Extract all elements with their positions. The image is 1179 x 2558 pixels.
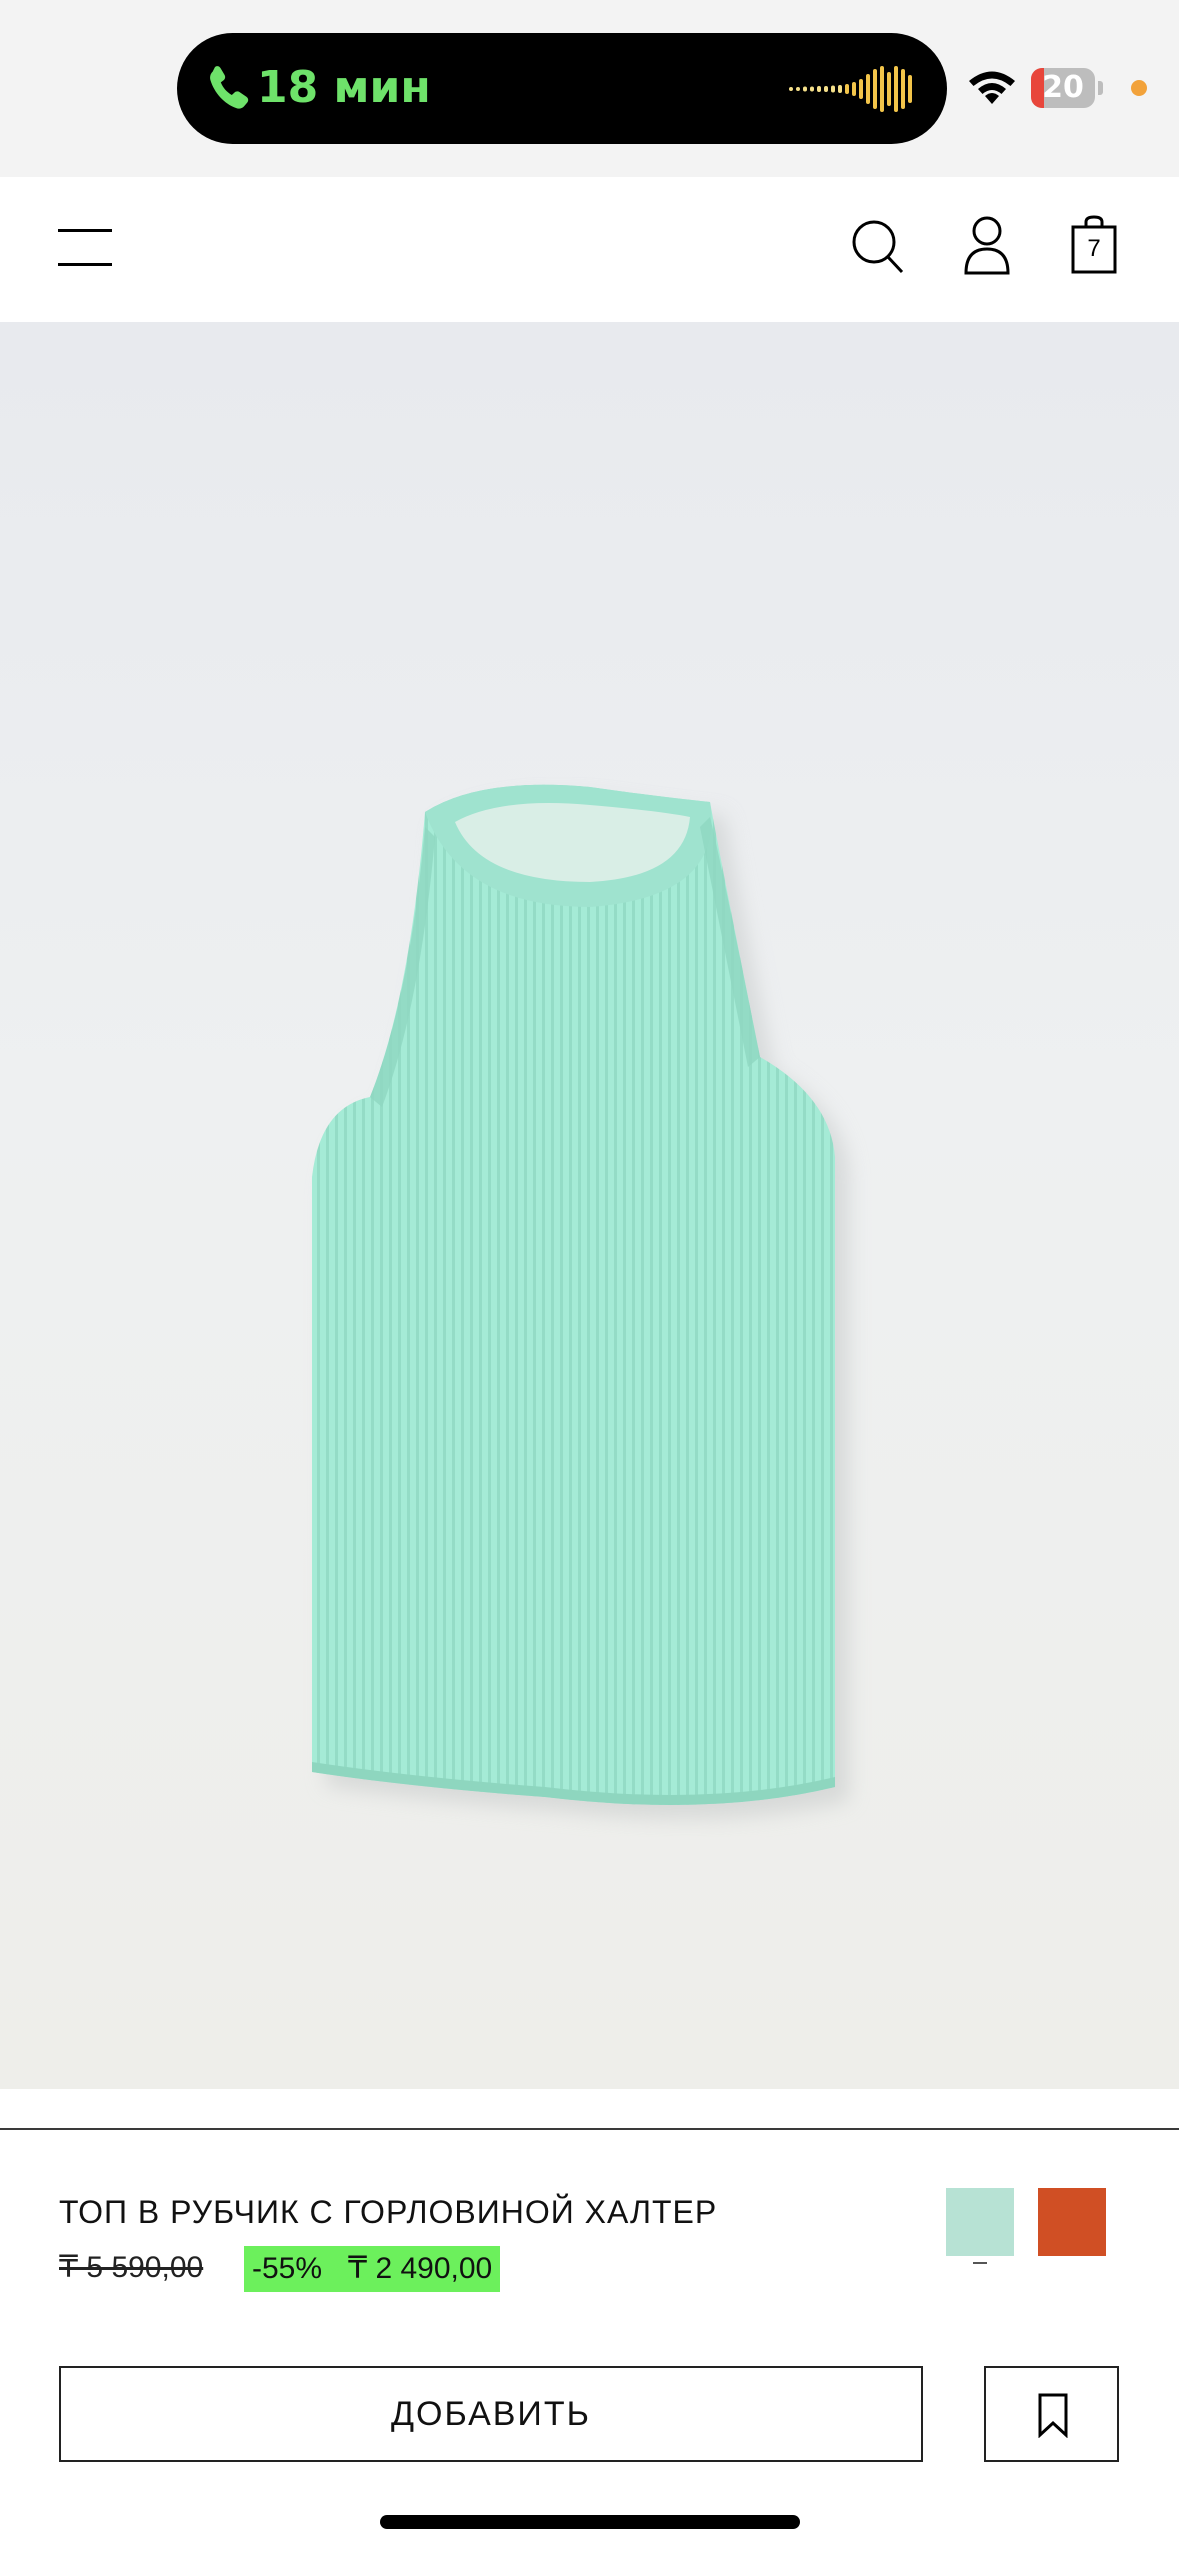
wifi-icon	[969, 71, 1015, 104]
status-bar: 18 мин 20	[0, 0, 1179, 177]
waveform-bar	[859, 79, 863, 99]
menu-button[interactable]	[58, 225, 112, 269]
save-to-wishlist-button[interactable]	[984, 2366, 1119, 2462]
shopping-bag-button[interactable]: 7	[1070, 215, 1118, 275]
bookmark-icon	[1038, 2393, 1068, 2438]
discount-percent: -55%	[252, 2252, 323, 2285]
search-button[interactable]	[850, 217, 906, 277]
product-photo	[312, 784, 849, 1819]
waveform-bar	[817, 86, 821, 92]
price-original: ₸ 5 590,00	[59, 2251, 204, 2284]
color-swatch-mint[interactable]	[946, 2188, 1014, 2256]
waveform-bar	[796, 87, 800, 91]
selected-swatch-marker	[973, 2262, 987, 2264]
battery-indicator: 20	[1031, 68, 1103, 108]
price-sale-badge: -55% ₸ 2 490,00	[244, 2246, 501, 2292]
color-swatch-orange[interactable]	[1038, 2188, 1106, 2256]
waveform-bar	[880, 66, 884, 112]
dynamic-island-call[interactable]: 18 мин	[177, 33, 947, 144]
waveform-bar	[852, 82, 856, 96]
waveform-bar	[824, 86, 828, 92]
search-icon	[852, 220, 904, 274]
home-indicator[interactable]	[380, 2515, 800, 2529]
battery-tip	[1098, 81, 1103, 95]
waveform-bar	[873, 69, 877, 109]
add-to-cart-button[interactable]: ДОБАВИТЬ	[59, 2366, 923, 2462]
product-info-panel: ТОП В РУБЧИК С ГОРЛОВИНОЙ ХАЛТЕР ₸ 5 590…	[0, 2128, 1179, 2558]
audio-waveform-icon	[789, 66, 912, 112]
account-icon	[964, 216, 1010, 275]
bag-count: 7	[1087, 235, 1101, 262]
waveform-bar	[831, 85, 835, 93]
waveform-bar	[838, 85, 842, 93]
price-sale: ₸ 2 490,00	[348, 2252, 493, 2285]
waveform-bar	[894, 66, 898, 112]
battery-level: 20	[1042, 70, 1084, 105]
waveform-bar	[901, 69, 905, 109]
product-image-gallery[interactable]	[0, 322, 1179, 2089]
menu-icon	[58, 229, 112, 266]
top-navigation: 7	[0, 177, 1179, 322]
waveform-bar	[908, 75, 912, 103]
waveform-bar	[810, 86, 814, 92]
privacy-indicator-dot	[1131, 80, 1147, 96]
waveform-bar	[866, 74, 870, 104]
waveform-bar	[803, 86, 807, 92]
account-button[interactable]	[962, 215, 1012, 277]
waveform-bar	[845, 84, 849, 94]
phone-icon	[210, 66, 249, 109]
call-duration: 18 мин	[257, 62, 431, 113]
product-name: ТОП В РУБЧИК С ГОРЛОВИНОЙ ХАЛТЕР	[59, 2194, 718, 2230]
waveform-bar	[789, 87, 793, 91]
waveform-bar	[887, 72, 891, 106]
